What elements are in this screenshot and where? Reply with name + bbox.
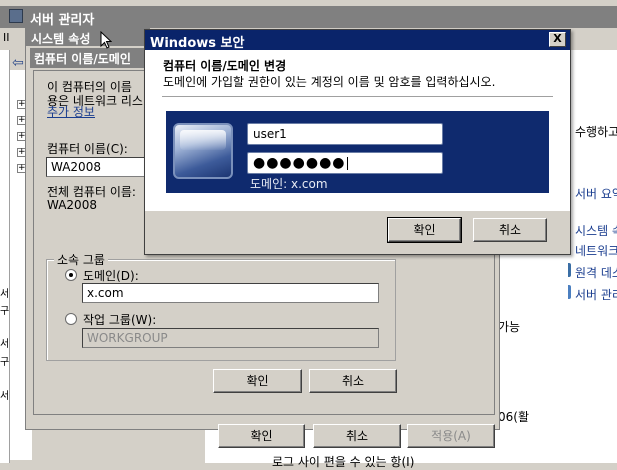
ws-cancel-button[interactable]: 취소 — [473, 218, 547, 242]
domain-hint: 도메인: x.com — [250, 177, 328, 191]
windows-security-description: 도메인에 가입할 권한이 있는 계정의 이름 및 암호를 입력하십시오. — [163, 75, 496, 89]
strip-text: 구 — [0, 306, 10, 317]
strip-text: 서 — [0, 289, 10, 300]
ws-ok-button[interactable]: 확인 — [387, 217, 462, 243]
link-server-manage[interactable]: 서버 관리 — [575, 286, 617, 303]
strip-text: 서 — [0, 339, 10, 350]
divider — [162, 96, 553, 97]
cn-cancel-button[interactable]: 취소 — [309, 369, 397, 393]
workgroup-input: WORKGROUP — [82, 328, 379, 348]
computer-name-label: 컴퓨터 이름(C): — [47, 142, 128, 156]
password-mask: ●●●●●●● — [253, 155, 346, 171]
link-remote-desktop[interactable]: 원격 데스 — [575, 264, 617, 281]
domain-radio[interactable] — [65, 269, 77, 281]
password-input[interactable]: ●●●●●●● — [247, 152, 443, 174]
action-text: 수행하고 — [575, 125, 617, 139]
computer-name-dialog-titlebar[interactable]: 컴퓨터 이름/도메인 — [30, 48, 158, 68]
link-network[interactable]: 네트워크 — [575, 242, 617, 259]
windows-security-title: Windows 보안 — [150, 36, 245, 51]
cn-ok-button[interactable]: 확인 — [213, 369, 302, 393]
content-text: 06(활 — [498, 410, 529, 424]
mouse-cursor-icon — [100, 31, 112, 49]
content-text: 로그 사이 편을 수 있는 항(I) — [272, 455, 415, 469]
close-icon[interactable]: X — [549, 32, 566, 47]
workgroup-radio-label[interactable]: 작업 그룹(W): — [83, 311, 156, 328]
member-of-label: 소속 그룹 — [54, 251, 108, 268]
workgroup-radio[interactable] — [65, 313, 77, 325]
sysprops-apply-button: 적용(A) — [407, 424, 495, 448]
computer-name-input[interactable]: WA2008 — [46, 157, 146, 177]
left-edge-strip: 서 구 서 구 서 — [0, 50, 10, 463]
more-info-link[interactable]: 추가 정보 — [47, 103, 95, 120]
username-input[interactable]: user1 — [247, 123, 443, 145]
full-computer-name-value: WA2008 — [47, 198, 97, 212]
strip-text: 서 — [0, 391, 10, 402]
windows-security-heading: 컴퓨터 이름/도메인 변경 — [163, 59, 287, 73]
menu-item-partial[interactable]: II — [3, 31, 10, 44]
sysprops-cancel-button[interactable]: 취소 — [313, 424, 401, 448]
sysprops-ok-button[interactable]: 확인 — [218, 424, 305, 448]
server-manager-title: 서버 관리자 — [30, 13, 95, 28]
avatar-shine — [180, 130, 226, 150]
domain-radio-label[interactable]: 도메인(D): — [83, 267, 139, 284]
content-text: 가능 — [498, 320, 521, 334]
link-server-summary[interactable]: 서버 요약 — [575, 185, 617, 202]
domain-input[interactable]: x.com — [82, 283, 379, 303]
text-caret — [346, 156, 348, 170]
strip-text: 구 — [0, 357, 10, 368]
link-system-properties[interactable]: 시스템 속 — [575, 222, 617, 239]
server-manager-app-icon — [9, 9, 23, 23]
